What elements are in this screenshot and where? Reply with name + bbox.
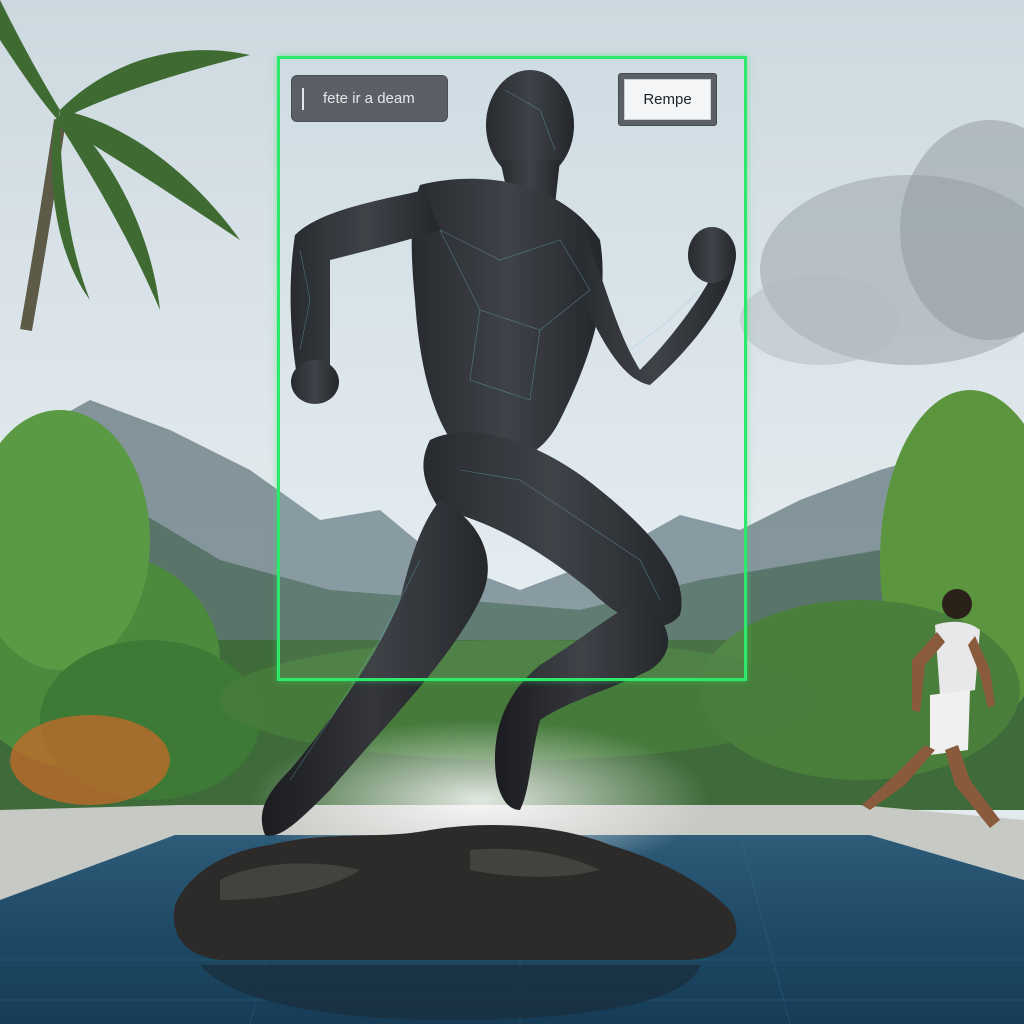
text-caret xyxy=(302,87,304,110)
caption-text-value: fete ir a deam xyxy=(323,90,415,107)
screenshot-canvas: fete ir a deam Rempe xyxy=(0,0,1024,1024)
rempe-button-face: Rempe xyxy=(624,79,711,120)
caption-text-field[interactable]: fete ir a deam xyxy=(291,75,448,122)
rempe-button[interactable]: Rempe xyxy=(618,73,717,126)
selection-frame[interactable] xyxy=(277,56,747,681)
rempe-button-label: Rempe xyxy=(643,91,692,108)
